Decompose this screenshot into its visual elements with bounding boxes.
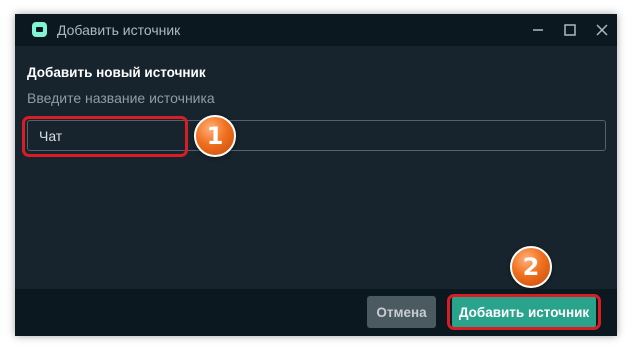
- minimize-button[interactable]: [523, 14, 553, 46]
- maximize-icon: [564, 24, 576, 36]
- close-icon: [596, 24, 608, 36]
- step-1-badge: 1: [194, 115, 236, 157]
- maximize-button[interactable]: [555, 14, 585, 46]
- source-name-label: Введите название источника: [27, 90, 215, 106]
- source-name-input[interactable]: [27, 120, 606, 151]
- dialog-heading: Добавить новый источник: [27, 65, 206, 80]
- window-title: Добавить источник: [57, 22, 181, 38]
- app-logo-icon: [32, 22, 47, 37]
- minimize-icon: [533, 29, 543, 31]
- cancel-button[interactable]: Отмена: [367, 296, 436, 328]
- step-2-badge: 2: [510, 246, 552, 288]
- add-source-button[interactable]: Добавить источник: [452, 296, 596, 328]
- close-button[interactable]: [587, 14, 617, 46]
- title-bar: Добавить источник: [15, 14, 617, 46]
